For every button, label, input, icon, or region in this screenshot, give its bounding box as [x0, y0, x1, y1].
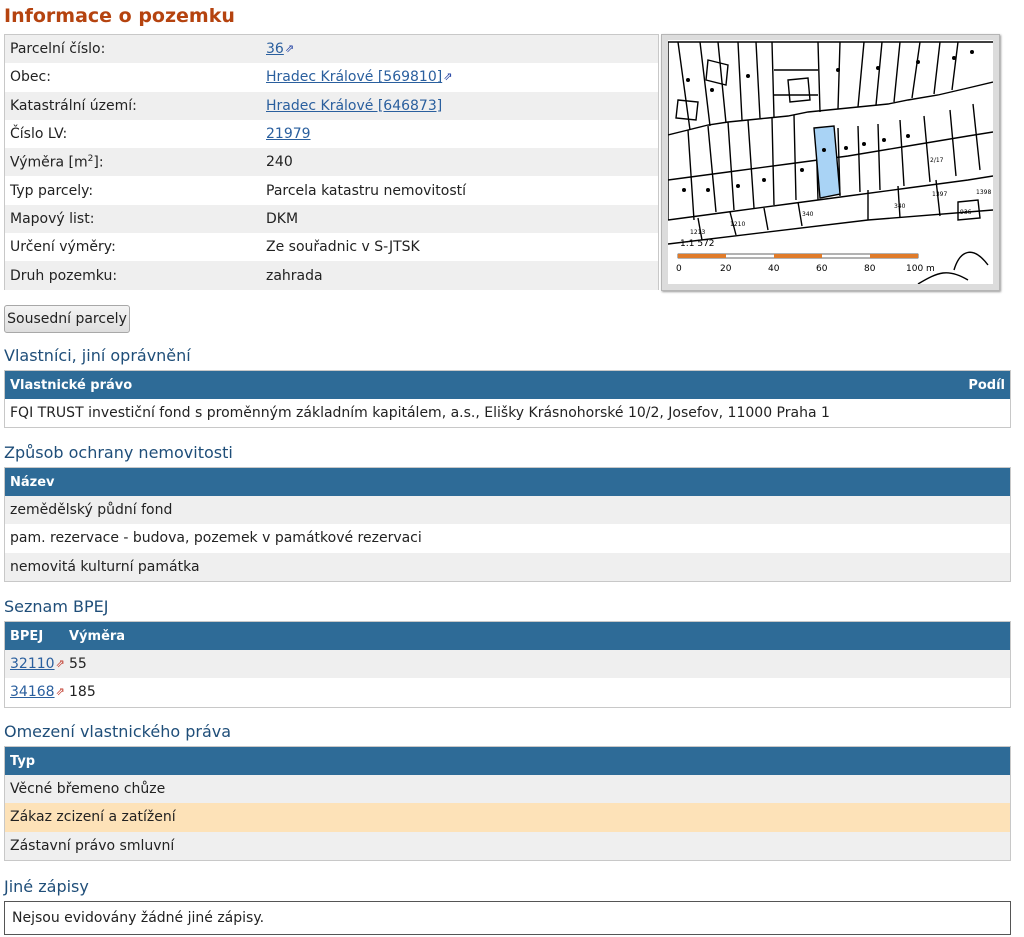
- table-row-highlighted: Zákaz zcizení a zatížení: [5, 803, 1010, 832]
- column-header-share: Podíl: [968, 377, 1005, 393]
- neighbor-parcels-button[interactable]: Sousední parcely: [4, 305, 130, 333]
- table-header: Vlastnické právo Podíl: [5, 371, 1010, 399]
- info-row: Výměra [m2]: 240: [5, 148, 658, 177]
- info-value: zahrada: [266, 267, 323, 284]
- protection-table: Název zemědělský půdní fond pam. rezerva…: [4, 467, 1011, 582]
- bpej-area: 185: [69, 684, 96, 701]
- info-value: 240: [266, 154, 293, 171]
- lv-number-link[interactable]: 21979: [266, 126, 311, 142]
- cadastral-map-thumbnail[interactable]: 1210 1213 340 2/17 1397 1398 936 340 1:1…: [661, 34, 1000, 291]
- map-parcel-label: 340: [894, 203, 906, 210]
- cadastral-map[interactable]: 1210 1213 340 2/17 1397 1398 936 340 1:1…: [668, 40, 993, 284]
- bpej-table: BPEJ Výměra 32110⇗ 55 34168⇗ 185: [4, 621, 1011, 708]
- map-parcel-label: 1398: [976, 189, 991, 196]
- restrictions-table: Typ Věcné břemeno chůze Zákaz zcizení a …: [4, 746, 1011, 861]
- map-parcel-label: 1397: [932, 191, 947, 198]
- info-label: Obec:: [10, 69, 51, 86]
- info-row: Typ parcely: Parcela katastru nemovitost…: [5, 176, 658, 205]
- info-value: DKM: [266, 210, 299, 227]
- table-row: Věcné břemeno chůze: [5, 775, 1010, 804]
- restrictions-heading: Omezení vlastnického práva: [4, 722, 232, 741]
- info-label: Parcelní číslo:: [10, 41, 106, 58]
- parcel-number-link[interactable]: 36: [266, 41, 284, 57]
- bpej-code-cell: 34168⇗: [10, 684, 69, 700]
- info-value: 36⇗: [266, 41, 658, 57]
- table-row: 32110⇗ 55: [5, 650, 1010, 679]
- info-row: Číslo LV: 21979: [5, 119, 658, 149]
- external-link-icon[interactable]: ⇗: [56, 657, 65, 670]
- owners-heading: Vlastníci, jiní oprávnění: [4, 346, 191, 365]
- info-label: Katastrální území:: [10, 97, 137, 114]
- map-scale-text: 1:1 572: [680, 239, 715, 249]
- map-parcel-label: 1210: [730, 221, 745, 228]
- external-link-icon[interactable]: ⇗: [443, 70, 452, 83]
- area-label-text: Výměra [m: [10, 154, 88, 171]
- cadastral-area-link[interactable]: Hradec Králové [646873]: [266, 98, 442, 114]
- area-label-end: ]:: [93, 154, 104, 171]
- other-records-box: Nejsou evidovány žádné jiné zápisy.: [4, 901, 1011, 935]
- table-row: FQI TRUST investiční fond s proměnným zá…: [5, 399, 1010, 428]
- info-label: Typ parcely:: [10, 182, 94, 199]
- info-value: Hradec Králové [569810]⇗: [266, 69, 658, 85]
- map-parcel-label: 936: [960, 209, 972, 216]
- page-title: Informace o pozemku: [4, 5, 235, 27]
- info-label: Mapový list:: [10, 210, 95, 227]
- info-row: Katastrální území: Hradec Králové [64687…: [5, 91, 658, 120]
- column-header-bpej: BPEJ: [10, 628, 44, 644]
- info-value: Hradec Králové [646873]: [266, 98, 658, 114]
- map-scale-tick: 60: [816, 264, 828, 274]
- bpej-area: 55: [69, 656, 87, 673]
- table-row: zemědělský půdní fond: [5, 496, 1010, 525]
- info-label: Určení výměry:: [10, 239, 116, 256]
- protection-heading: Způsob ochrany nemovitosti: [4, 443, 233, 462]
- bpej-heading: Seznam BPEJ: [4, 597, 109, 616]
- info-label: Číslo LV:: [10, 126, 68, 143]
- table-header: Typ: [5, 747, 1010, 775]
- bpej-link[interactable]: 32110: [10, 656, 55, 672]
- info-row: Mapový list: DKM: [5, 204, 658, 234]
- map-scale-tick: 20: [720, 264, 732, 274]
- info-value: Parcela katastru nemovitostí: [266, 182, 467, 199]
- info-value: 21979: [266, 126, 658, 142]
- map-scale-tick: 0: [676, 264, 682, 274]
- info-label: Druh pozemku:: [10, 267, 118, 284]
- column-header-right: Vlastnické právo: [10, 377, 133, 393]
- external-link-icon[interactable]: ⇗: [56, 685, 65, 698]
- column-header-area: Výměra: [69, 628, 126, 644]
- info-row: Druh pozemku: zahrada: [5, 261, 658, 290]
- map-parcel-label: 340: [802, 211, 814, 218]
- table-row: nemovitá kulturní památka: [5, 552, 1010, 581]
- parcel-info-table: Parcelní číslo: 36⇗ Obec: Hradec Králové…: [4, 34, 659, 290]
- info-row: Obec: Hradec Králové [569810]⇗: [5, 63, 658, 92]
- map-parcel-label: 1213: [690, 229, 705, 236]
- map-scale-tick: 80: [864, 264, 876, 274]
- bpej-code-cell: 32110⇗: [10, 656, 69, 672]
- table-row: pam. rezervace - budova, pozemek v památ…: [5, 524, 1010, 553]
- bpej-link[interactable]: 34168: [10, 684, 55, 700]
- map-scale-tick: 100 m: [906, 264, 935, 274]
- municipality-link[interactable]: Hradec Králové [569810]: [266, 69, 442, 85]
- map-scale-tick: 40: [768, 264, 780, 274]
- info-row: Určení výměry: Ze souřadnic v S-JTSK: [5, 233, 658, 262]
- info-row: Parcelní číslo: 36⇗: [5, 35, 658, 64]
- info-value: Ze souřadnic v S-JTSK: [266, 239, 420, 256]
- external-link-icon[interactable]: ⇗: [285, 42, 294, 55]
- table-header: BPEJ Výměra: [5, 622, 1010, 650]
- table-row: Zástavní právo smluvní: [5, 831, 1010, 860]
- map-parcel-label: 2/17: [930, 157, 944, 164]
- table-header: Název: [5, 468, 1010, 496]
- owners-table: Vlastnické právo Podíl FQI TRUST investi…: [4, 370, 1011, 429]
- other-records-heading: Jiné zápisy: [4, 877, 89, 896]
- info-label: Výměra [m2]:: [5, 154, 266, 171]
- table-row: 34168⇗ 185: [5, 678, 1010, 707]
